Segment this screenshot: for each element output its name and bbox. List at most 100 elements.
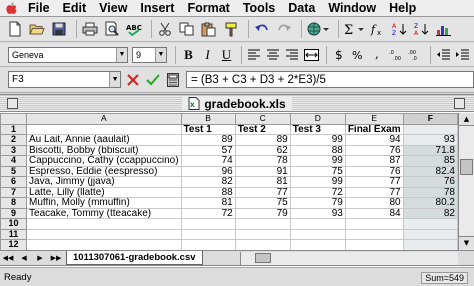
sheet-cell[interactable]: 78 [402,186,458,198]
last-sheet-icon[interactable]: ▶▶ [48,251,64,265]
sheet-cell[interactable]: 78 [234,155,291,167]
apple-menu-icon[interactable] [0,0,22,17]
spell-check-icon[interactable]: ABC [125,20,143,38]
column-header[interactable]: E [344,113,404,125]
sheet-cell[interactable]: 99 [289,155,346,167]
row-header[interactable]: 5 [0,165,28,177]
sheet-cell[interactable]: 57 [180,144,236,156]
menu-format[interactable]: Format [181,0,236,17]
cut-icon[interactable] [156,20,174,38]
sheet-cell[interactable] [289,228,346,240]
menu-data[interactable]: Data [282,0,322,17]
select-all-corner[interactable] [0,113,28,125]
next-sheet-icon[interactable]: ▶ [32,251,48,265]
formula-input[interactable]: = (B3 + C3 + D3 + 2*E3)/5 [186,71,474,88]
sheet-cell[interactable] [344,239,404,250]
underline-button[interactable]: U [218,46,235,63]
row-header[interactable]: 11 [0,228,28,240]
sheet-cell[interactable] [344,218,404,230]
open-folder-icon[interactable] [28,20,46,38]
autosum-icon[interactable]: Σ [343,20,365,38]
sheet-cell[interactable] [402,123,458,135]
sheet-cell[interactable] [402,239,458,250]
sheet-cell[interactable]: Final Exam [344,123,404,135]
column-header[interactable]: C [234,113,291,125]
scroll-thumb[interactable] [460,159,473,175]
sheet-cell[interactable]: Cappuccino, Cathy (ccappuccino) [26,155,182,167]
sheet-cell[interactable]: 79 [289,197,346,209]
align-center-icon[interactable] [265,46,282,63]
sheet-cell[interactable]: Au Lait, Annie (aaulait) [26,134,182,146]
sheet-cell[interactable]: Muffin, Molly (mmuffin) [26,197,182,209]
row-header[interactable]: 1 [0,123,28,135]
sheet-cell[interactable] [26,218,182,230]
increase-indent-icon[interactable] [454,46,471,63]
chevron-down-icon[interactable]: ▼ [109,72,121,87]
sheet-cell[interactable]: 81 [234,176,291,188]
row-header[interactable]: 7 [0,186,28,198]
horizontal-scrollbar[interactable] [240,252,458,265]
name-box[interactable]: F3 ▼ [8,71,122,88]
row-header[interactable]: 8 [0,197,28,209]
first-sheet-icon[interactable]: ◀◀ [0,251,16,265]
row-header[interactable]: 4 [0,155,28,167]
sheet-cell[interactable]: 62 [234,144,291,156]
menu-tools[interactable]: Tools [237,0,282,17]
row-header[interactable]: 3 [0,144,28,156]
sheet-cell[interactable]: 88 [289,144,346,156]
align-left-icon[interactable] [246,46,263,63]
align-right-icon[interactable] [284,46,301,63]
print-icon[interactable] [81,20,99,38]
chevron-down-icon[interactable]: ▼ [116,47,127,62]
web-toolbar-icon[interactable] [306,20,330,38]
row-header[interactable]: 9 [0,207,28,219]
sheet-cell[interactable] [26,239,182,250]
menu-edit[interactable]: Edit [57,0,94,17]
redo-icon[interactable] [275,20,293,38]
column-header[interactable]: D [289,113,346,125]
menu-view[interactable]: View [93,0,134,17]
paste-function-icon[interactable]: fx [369,20,387,38]
sort-ascending-icon[interactable]: AZ [391,20,409,38]
sheet-cell[interactable]: 85 [402,155,458,167]
sheet-cell[interactable]: 99 [289,134,346,146]
sheet-cell[interactable]: 88 [180,186,236,198]
sheet-cell[interactable]: 76 [344,165,404,177]
sheet-cell[interactable]: 96 [180,165,236,177]
currency-icon[interactable]: $ [331,46,348,63]
sheet-cell[interactable]: 72 [180,207,236,219]
column-header[interactable]: B [180,113,236,125]
sheet-cell[interactable]: 71.8 [402,144,458,156]
vertical-scrollbar[interactable]: ▲ ▼ [458,113,474,250]
sheet-cell[interactable]: Test 2 [234,123,291,135]
sheet-cell[interactable]: Test 1 [180,123,236,135]
spreadsheet-grid[interactable]: A B C D E F 1 Test 1 Test 2 Test 3 Final Exa… [0,113,458,250]
menu-help[interactable]: Help [383,0,423,17]
sheet-cell[interactable] [180,239,236,250]
bold-button[interactable]: B [180,46,197,63]
zoom-box-icon[interactable] [454,98,465,109]
sheet-cell[interactable] [180,228,236,240]
copy-icon[interactable] [178,20,196,38]
sheet-cell[interactable]: 94 [344,134,404,146]
merge-center-icon[interactable] [303,46,320,63]
column-header[interactable]: F [402,113,458,125]
enter-icon[interactable] [144,71,161,89]
cancel-icon[interactable] [124,71,141,89]
sheet-cell[interactable]: Espresso, Eddie (eespresso) [26,165,182,177]
sheet-cell[interactable]: 93 [289,207,346,219]
sheet-cell[interactable]: Test 3 [289,123,346,135]
sheet-cell[interactable]: 82 [402,207,458,219]
calculator-icon[interactable] [165,71,182,89]
increase-decimal-icon[interactable]: .0.00 [388,46,405,63]
sheet-cell[interactable]: 75 [234,197,291,209]
prev-sheet-icon[interactable]: ◀ [16,251,32,265]
scroll-up-icon[interactable]: ▲ [459,113,474,126]
sheet-cell[interactable] [234,239,291,250]
menu-file[interactable]: File [22,0,57,17]
new-document-icon[interactable] [6,20,24,38]
sheet-cell[interactable]: 80.2 [402,197,458,209]
sheet-tab[interactable]: 1011307061-gradebook.csv [66,251,203,265]
decrease-decimal-icon[interactable]: .00.0 [407,46,424,63]
sheet-cell[interactable]: Teacake, Tommy (tteacake) [26,207,182,219]
